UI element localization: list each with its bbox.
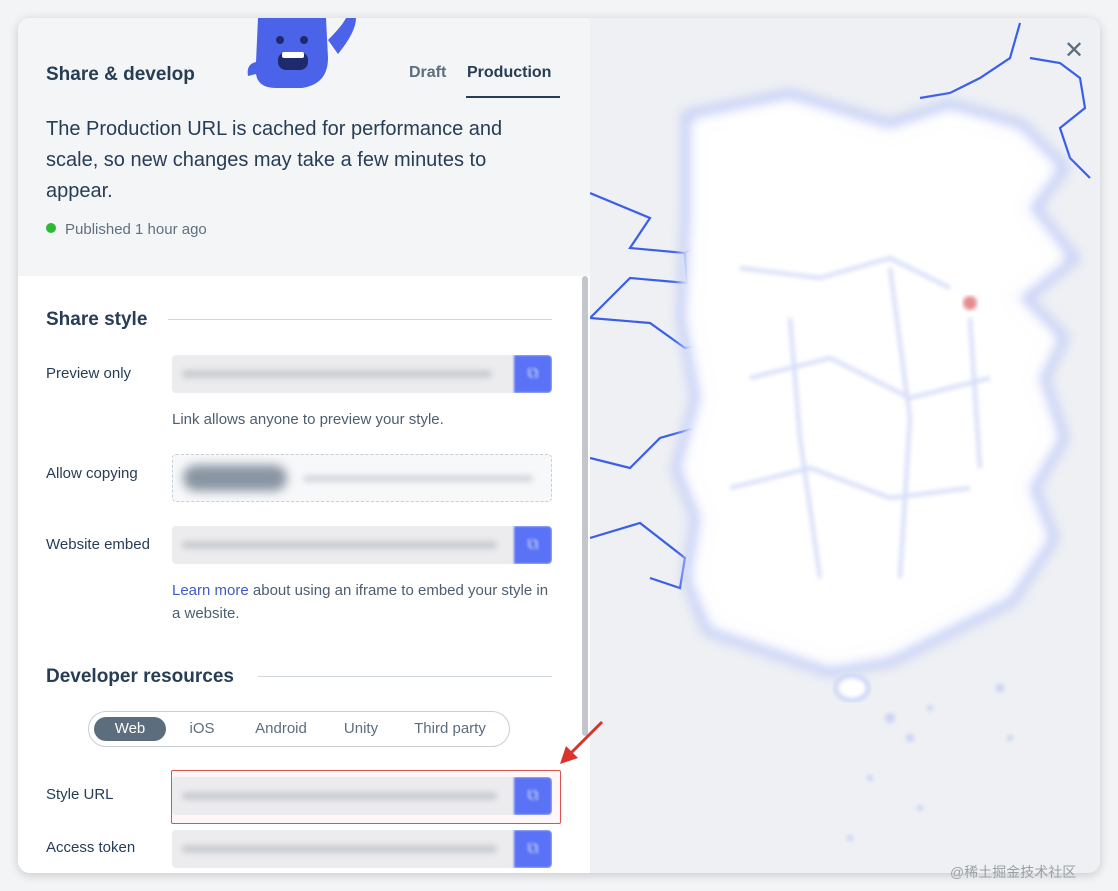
allow-copying-label: Allow copying [46,465,138,482]
status-dot-icon [46,223,56,234]
copy-preview-button[interactable]: ⧉ [514,355,552,393]
platform-tab-unity[interactable]: Unity [331,717,391,741]
developer-resources-heading: Developer resources [46,666,234,687]
panel-header: Share & develop Draft Production The Pro… [18,18,590,276]
preview-only-label: Preview only [46,365,132,382]
red-arrow-annotation [560,720,604,764]
redacted-value [182,792,497,800]
panel-scrollbar[interactable] [582,276,588,736]
embed-help-text: Learn more about using an iframe to embe… [172,579,552,625]
tab-production[interactable]: Production [467,64,551,82]
style-url-field[interactable]: ⧉ [172,777,552,815]
divider [168,319,552,320]
redacted-value [182,541,497,549]
preview-help-text: Link allows anyone to preview your style… [172,411,444,428]
share-dialog: Share & develop Draft Production The Pro… [18,18,1100,873]
map-canvas [590,18,1100,873]
allow-copying-field[interactable] [172,454,552,502]
tab-draft[interactable]: Draft [409,64,446,82]
platform-tab-ios[interactable]: iOS [173,717,231,741]
copy-access-token-button[interactable]: ⧉ [514,830,552,868]
redacted-value [303,475,533,482]
access-token-field[interactable]: ⧉ [172,830,552,868]
copy-embed-button[interactable]: ⧉ [514,526,552,564]
publish-status-text: Published 1 hour ago [65,221,207,238]
share-panel: Share & develop Draft Production The Pro… [18,18,590,873]
redacted-value [182,845,497,853]
copy-icon: ⧉ [527,840,539,857]
redacted-toggle [183,465,287,491]
learn-more-link[interactable]: Learn more [172,582,249,599]
platform-tab-third-party[interactable]: Third party [399,717,501,741]
copy-icon: ⧉ [527,787,539,804]
divider [258,676,552,677]
publish-status: Published 1 hour ago [46,221,207,238]
map-preview[interactable] [590,18,1100,873]
production-info-text: The Production URL is cached for perform… [46,118,503,202]
mascot-illustration [247,18,356,88]
copy-icon: ⧉ [527,536,539,553]
tab-production-underline [466,96,560,98]
panel-title: Share & develop [46,64,195,85]
embed-code-field[interactable]: ⧉ [172,526,552,564]
platform-switcher: Web iOS Android Unity Third party [88,711,510,747]
copy-style-url-button[interactable]: ⧉ [514,777,552,815]
copy-icon: ⧉ [527,365,539,382]
platform-tab-web[interactable]: Web [94,717,166,741]
website-embed-label: Website embed [46,536,150,553]
close-icon[interactable]: ✕ [1064,36,1084,65]
platform-tab-android[interactable]: Android [239,717,323,741]
access-token-label: Access token [46,839,136,856]
style-url-label: Style URL [46,786,114,803]
preview-url-field[interactable]: ⧉ [172,355,552,393]
redacted-value [182,370,492,378]
watermark-text: @稀土掘金技术社区 [950,864,1077,880]
share-style-heading: Share style [46,309,148,330]
